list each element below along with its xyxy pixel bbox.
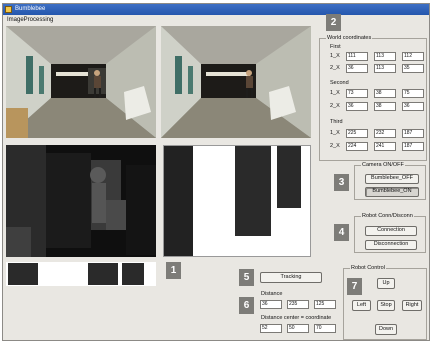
title-bar: Bumblebee xyxy=(3,4,429,15)
tracking-button[interactable]: Tracking xyxy=(260,272,322,283)
menu-imageprocessing[interactable]: ImageProcessing xyxy=(7,17,53,23)
thumbnail-strip xyxy=(6,262,156,286)
world-coordinates-group: World coordinates First 1_X 111 113 112 … xyxy=(319,35,427,161)
first-y1-field[interactable]: 113 xyxy=(374,52,396,61)
robot-connection-group: Robot Conn/Disconn Connection Disconnect… xyxy=(354,213,426,253)
hallway-image-left xyxy=(6,26,156,138)
third-y2-field[interactable]: 241 xyxy=(374,142,396,151)
camera-group: Camera ON/OFF Bumblebee_OFF Bumblebee_ON xyxy=(354,162,426,200)
distance-label: Distance xyxy=(261,291,283,297)
world-coordinates-label: World coordinates xyxy=(326,35,373,42)
app-window: Bumblebee ImageProcessing 1 2 3 4 5 6 7 … xyxy=(2,3,430,341)
third-y1-field[interactable]: 232 xyxy=(374,129,396,138)
robot-connection-label: Robot Conn/Disconn xyxy=(361,213,414,220)
badge-4: 4 xyxy=(334,224,349,241)
distance-y-field[interactable]: 235 xyxy=(287,300,309,309)
second-y1-field[interactable]: 38 xyxy=(374,89,396,98)
first-x1-field[interactable]: 111 xyxy=(346,52,368,61)
camera-group-label: Camera ON/OFF xyxy=(361,162,405,169)
first-row2-label: 2_X xyxy=(330,65,340,71)
right-button[interactable]: Right xyxy=(402,300,422,311)
stop-button[interactable]: Stop xyxy=(377,300,395,311)
first-z1-field[interactable]: 112 xyxy=(402,52,424,61)
badge-6: 6 xyxy=(239,297,254,314)
distance-x-field[interactable]: 36 xyxy=(260,300,282,309)
distance-center-z-field[interactable]: 70 xyxy=(314,324,336,333)
badge-2: 2 xyxy=(326,14,341,31)
second-z1-field[interactable]: 75 xyxy=(402,89,424,98)
second-row2-label: 2_X xyxy=(330,103,340,109)
third-x1-field[interactable]: 225 xyxy=(346,129,368,138)
menu-bar: ImageProcessing xyxy=(3,15,429,25)
segmentation-view xyxy=(163,145,311,257)
second-y2-field[interactable]: 38 xyxy=(374,102,396,111)
badge-1: 1 xyxy=(166,262,181,279)
distance-z-field[interactable]: 125 xyxy=(314,300,336,309)
right-camera-view xyxy=(161,26,311,138)
first-label: First xyxy=(330,44,341,50)
down-button[interactable]: Down xyxy=(375,324,397,335)
third-z2-field[interactable]: 187 xyxy=(402,142,424,151)
badge-3: 3 xyxy=(334,174,349,191)
first-z2-field[interactable]: 35 xyxy=(402,64,424,73)
second-row1-label: 1_X xyxy=(330,90,340,96)
second-x1-field[interactable]: 73 xyxy=(346,89,368,98)
left-button[interactable]: Left xyxy=(352,300,371,311)
window-title: Bumblebee xyxy=(15,6,46,12)
first-row1-label: 1_X xyxy=(330,53,340,59)
bumblebee-off-button[interactable]: Bumblebee_OFF xyxy=(365,174,419,184)
third-row2-label: 2_X xyxy=(330,143,340,149)
distance-center-y-field[interactable]: 50 xyxy=(287,324,309,333)
robot-control-label: Robot Control xyxy=(350,265,386,272)
connection-button[interactable]: Connection xyxy=(365,226,417,236)
bumblebee-on-button[interactable]: Bumblebee_ON xyxy=(365,187,419,197)
app-icon xyxy=(5,6,12,13)
distance-center-label: Distance center = coordinate xyxy=(261,315,332,321)
robot-control-group: Robot Control Up Left Stop Right Down xyxy=(343,265,427,340)
thumbnail-image xyxy=(6,262,156,286)
first-y2-field[interactable]: 113 xyxy=(374,64,396,73)
second-z2-field[interactable]: 36 xyxy=(402,102,424,111)
first-x2-field[interactable]: 36 xyxy=(346,64,368,73)
disparity-image xyxy=(6,145,156,257)
disparity-map xyxy=(6,145,156,257)
up-button[interactable]: Up xyxy=(377,278,395,289)
third-x2-field[interactable]: 224 xyxy=(346,142,368,151)
hallway-image-right xyxy=(161,26,311,138)
badge-5: 5 xyxy=(239,269,254,286)
second-label: Second xyxy=(330,80,349,86)
third-z1-field[interactable]: 187 xyxy=(402,129,424,138)
third-label: Third xyxy=(330,119,343,125)
third-row1-label: 1_X xyxy=(330,130,340,136)
disconnection-button[interactable]: Disconnection xyxy=(365,240,417,250)
segmentation-image xyxy=(164,146,310,256)
left-camera-view xyxy=(6,26,156,138)
second-x2-field[interactable]: 36 xyxy=(346,102,368,111)
distance-center-x-field[interactable]: 52 xyxy=(260,324,282,333)
